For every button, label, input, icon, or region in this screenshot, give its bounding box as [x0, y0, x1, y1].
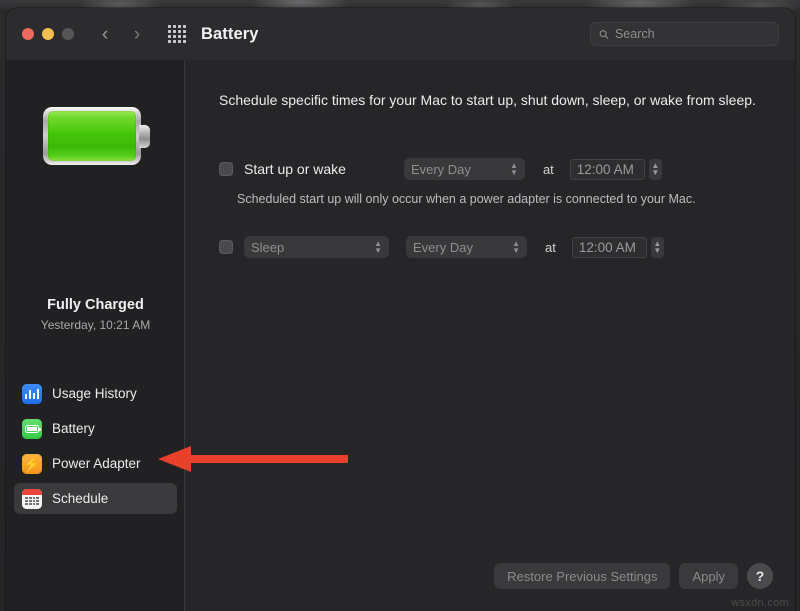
- minimize-button[interactable]: [42, 28, 54, 40]
- watermark: wsxdn.com: [731, 597, 789, 609]
- battery-preferences-window: ‹ › Battery Fully Charged Ye: [6, 8, 795, 611]
- sidebar-item-battery[interactable]: Battery: [14, 413, 177, 444]
- startup-day-value: Every Day: [411, 162, 471, 177]
- sidebar-item-label: Schedule: [52, 491, 108, 506]
- startup-or-wake-checkbox[interactable]: [219, 162, 233, 176]
- sleep-checkbox[interactable]: [219, 240, 233, 254]
- window-toolbar: ‹ › Battery: [6, 8, 795, 60]
- search-field[interactable]: [590, 22, 779, 46]
- chevron-updown-icon: ▲▼: [498, 162, 518, 176]
- sleep-at-label: at: [545, 240, 556, 255]
- battery-status-timestamp: Yesterday, 10:21 AM: [6, 318, 185, 332]
- window-body: Fully Charged Yesterday, 10:21 AM Usage …: [6, 60, 795, 611]
- sidebar-item-label: Usage History: [52, 386, 137, 401]
- navigation-buttons: ‹ ›: [96, 25, 146, 43]
- close-button[interactable]: [22, 28, 34, 40]
- sidebar-item-power-adapter[interactable]: ⚡ Power Adapter: [14, 448, 177, 479]
- search-icon: [599, 29, 609, 40]
- zoom-button[interactable]: [62, 28, 74, 40]
- sleep-action-value: Sleep: [251, 240, 284, 255]
- action-buttons: Restore Previous Settings Apply ?: [494, 563, 773, 589]
- apply-button[interactable]: Apply: [679, 563, 738, 589]
- sleep-time-field[interactable]: 12:00 AM: [572, 237, 647, 258]
- sleep-time-stepper[interactable]: ▲▼: [651, 237, 664, 258]
- startup-day-select[interactable]: Every Day ▲▼: [404, 158, 525, 180]
- battery-full-icon: [43, 107, 149, 165]
- startup-time-field[interactable]: 12:00 AM: [570, 159, 645, 180]
- sleep-row: Sleep ▲▼ Every Day ▲▼ at 12:00 AM ▲▼: [219, 236, 664, 258]
- sidebar-item-label: Battery: [52, 421, 95, 436]
- back-chevron-left-icon[interactable]: ‹: [96, 25, 114, 43]
- sidebar-item-schedule[interactable]: Schedule: [14, 483, 177, 514]
- sidebar-item-usage-history[interactable]: Usage History: [14, 378, 177, 409]
- startup-or-wake-label: Start up or wake: [244, 161, 346, 177]
- bar-chart-icon: [22, 384, 42, 404]
- schedule-description: Schedule specific times for your Mac to …: [219, 90, 779, 110]
- calendar-icon: [22, 489, 42, 509]
- sidebar-item-label: Power Adapter: [52, 456, 141, 471]
- startup-at-label: at: [543, 162, 554, 177]
- page-title: Battery: [201, 25, 259, 44]
- content-pane: Schedule specific times for your Mac to …: [185, 60, 795, 611]
- show-all-grid-icon[interactable]: [168, 25, 186, 43]
- sidebar-nav: Usage History Battery ⚡ Power Adapter: [14, 378, 177, 518]
- help-button[interactable]: ?: [747, 563, 773, 589]
- search-input[interactable]: [615, 27, 770, 41]
- chevron-updown-icon: ▲▼: [500, 240, 520, 254]
- battery-icon: [22, 419, 42, 439]
- startup-or-wake-row: Start up or wake Every Day ▲▼ at 12:00 A…: [219, 158, 662, 180]
- sleep-action-select[interactable]: Sleep ▲▼: [244, 236, 389, 258]
- startup-note: Scheduled start up will only occur when …: [237, 192, 696, 206]
- sleep-day-select[interactable]: Every Day ▲▼: [406, 236, 527, 258]
- bolt-icon: ⚡: [22, 454, 42, 474]
- startup-time-stepper[interactable]: ▲▼: [649, 159, 662, 180]
- forward-chevron-right-icon[interactable]: ›: [128, 25, 146, 43]
- sidebar: Fully Charged Yesterday, 10:21 AM Usage …: [6, 60, 185, 611]
- sleep-day-value: Every Day: [413, 240, 473, 255]
- battery-status-label: Fully Charged: [6, 297, 185, 313]
- window-controls: [22, 28, 74, 40]
- chevron-updown-icon: ▲▼: [362, 240, 382, 254]
- restore-previous-settings-button[interactable]: Restore Previous Settings: [494, 563, 670, 589]
